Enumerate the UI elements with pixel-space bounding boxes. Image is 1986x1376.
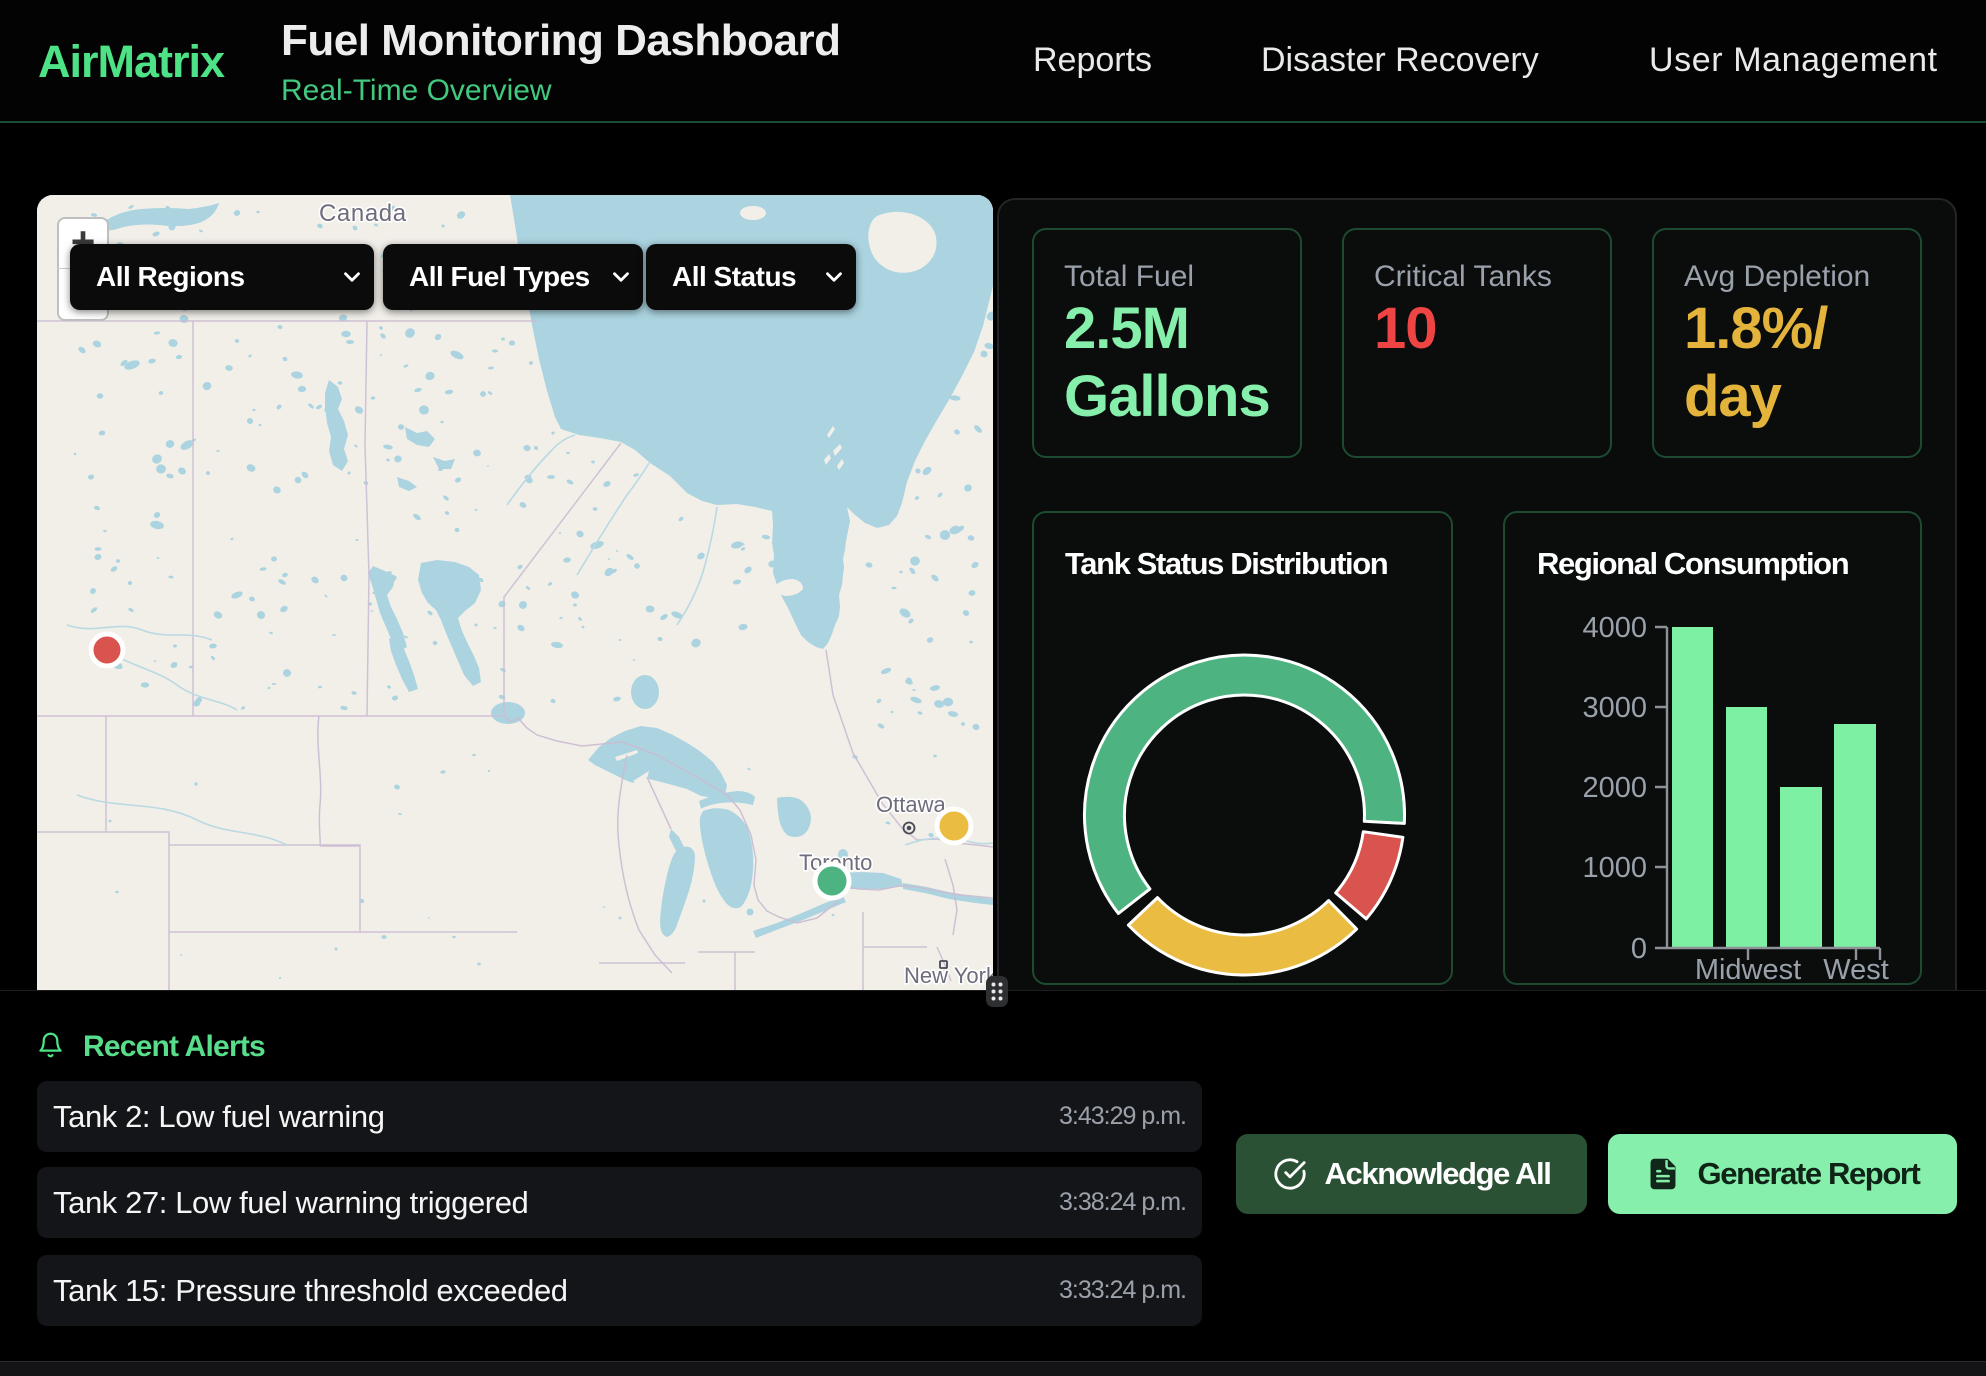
- svg-text:0: 0: [1631, 933, 1647, 965]
- svg-text:2000: 2000: [1582, 772, 1647, 804]
- svg-text:Ottawa: Ottawa: [876, 792, 946, 817]
- svg-text:1000: 1000: [1582, 852, 1647, 884]
- svg-text:New York: New York: [904, 963, 993, 988]
- svg-text:West: West: [1823, 954, 1889, 985]
- svg-text:3000: 3000: [1582, 692, 1647, 724]
- svg-text:Canada: Canada: [319, 200, 407, 227]
- svg-text:4000: 4000: [1582, 612, 1647, 644]
- svg-text:Midwest: Midwest: [1695, 954, 1801, 985]
